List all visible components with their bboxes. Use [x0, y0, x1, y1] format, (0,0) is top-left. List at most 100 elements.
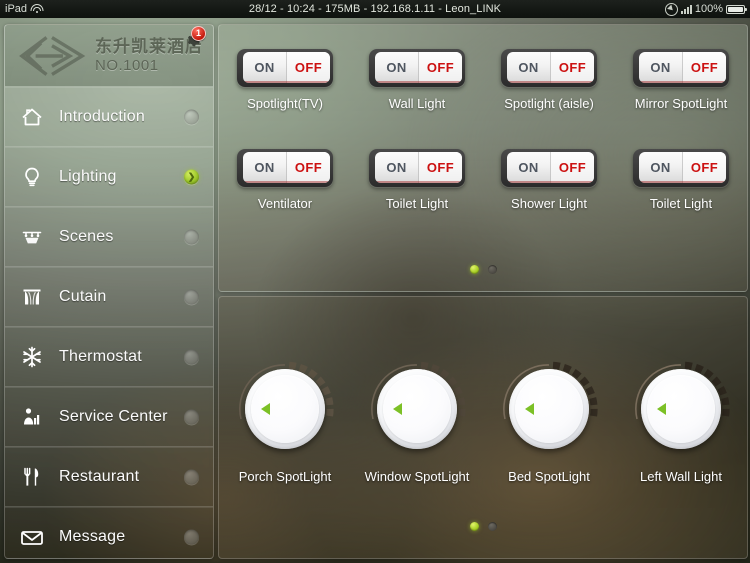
switch-row-2: ON OFF Ventilator ON OFF Toilet Light ON… [219, 149, 747, 211]
toggle-on-label: ON [518, 160, 539, 175]
toggle-off-label: OFF [418, 52, 462, 83]
dimmer-page-dots [219, 522, 747, 531]
page-dot-2[interactable] [487, 265, 497, 274]
app-root: iPad 28/12 - 10:24 - 175MB - 192.168.1.1… [0, 0, 750, 563]
switch-cell: ON OFF Wall Light [351, 49, 483, 111]
toggle-spotlight-aisle[interactable]: ON OFF [501, 49, 597, 87]
toggle-wall-light[interactable]: ON OFF [369, 49, 465, 87]
status-bar-left: iPad [0, 0, 195, 18]
switch-panel: ON OFF Spotlight(TV) ON OFF Wall Light O… [218, 24, 748, 292]
toggle-ventilator[interactable]: ON OFF [237, 149, 333, 187]
sidebar-item-lighting[interactable]: Lighting ❯ [5, 147, 213, 207]
toggle-off-label: OFF [550, 152, 594, 183]
sidebar-item-introduction[interactable]: Introduction ❯ [5, 87, 213, 147]
knob-face [647, 375, 715, 443]
curtain-icon [5, 284, 59, 310]
knob-body [509, 369, 589, 449]
device-label: Spotlight(TV) [247, 96, 323, 111]
sidebar-item-service-center[interactable]: Service Center ❯ [5, 387, 213, 447]
sidebar-item-label: Restaurant [59, 467, 140, 485]
device-label: Wall Light [388, 96, 446, 111]
toggle-shower-light[interactable]: ON OFF [501, 149, 597, 187]
dimmer-label: Porch SpotLight [238, 469, 332, 484]
page-dot-2[interactable] [487, 522, 497, 531]
dimmer-window-spotlight[interactable] [365, 357, 469, 461]
chandelier-icon [5, 224, 59, 250]
dimmer-label: Window SpotLight [364, 469, 470, 484]
knob-pointer-icon [393, 403, 402, 415]
settings-badge: 1 [191, 26, 206, 41]
dimmer-bed-spotlight[interactable] [497, 357, 601, 461]
dimmer-row: Porch SpotLight Window SpotLight Bed Spo… [219, 357, 747, 484]
device-label: Mirror SpotLight [634, 96, 728, 111]
dimmer-label: Left Wall Light [640, 469, 722, 484]
sidebar-item-label: Cutain [59, 287, 107, 305]
dimmer-porch-spotlight[interactable] [233, 357, 337, 461]
room-number: NO.1001 [95, 56, 159, 74]
dimmer-cell: Window SpotLight [351, 357, 483, 484]
sidebar-item-indicator: ❯ [184, 469, 199, 484]
sidebar-item-cutain[interactable]: Cutain ❯ [5, 267, 213, 327]
dimmer-left-wall-light[interactable] [629, 357, 733, 461]
toggle-on-label: ON [518, 60, 539, 75]
stage-background: 东升凯莱酒店 NO.1001 1 Introduction Lighting ❯… [0, 18, 750, 563]
dimmer-cell: Porch SpotLight [219, 357, 351, 484]
battery-icon [726, 4, 747, 14]
sidebar-item-label: Message [59, 527, 126, 545]
sidebar-item-label: Introduction [59, 107, 146, 125]
toggle-spotlight-tv[interactable]: ON OFF [237, 49, 333, 87]
sidebar-item-indicator: ❯ [184, 229, 199, 244]
device-label: Ventilator [257, 196, 313, 211]
toggle-toilet-light-2[interactable]: ON OFF [633, 149, 729, 187]
dimmer-panel: Porch SpotLight Window SpotLight Bed Spo… [218, 296, 748, 559]
settings-button[interactable]: 1 [183, 26, 206, 49]
toggle-mirror-spotlight[interactable]: ON OFF [633, 49, 729, 87]
sidebar-item-indicator: ❯ [184, 529, 199, 544]
switch-cell: ON OFF Shower Light [483, 149, 615, 211]
wifi-icon [30, 4, 44, 14]
switch-cell: ON OFF Ventilator [219, 149, 351, 211]
toggle-off-label: OFF [682, 52, 726, 83]
toggle-on-label: ON [650, 60, 671, 75]
sidebar-item-indicator: ❯ [184, 289, 199, 304]
toggle-off-label: OFF [682, 152, 726, 183]
knob-face [515, 375, 583, 443]
page-dot-1[interactable] [469, 522, 479, 531]
sidebar-item-label: Lighting [59, 167, 117, 185]
toggle-toilet-light-1[interactable]: ON OFF [369, 149, 465, 187]
knob-face [251, 375, 319, 443]
device-label: Toilet Light [385, 196, 449, 211]
sidebar-item-indicator: ❯ [184, 409, 199, 424]
sidebar-item-message[interactable]: Message ❯ [5, 507, 213, 558]
brand-header: 东升凯莱酒店 NO.1001 1 [5, 25, 213, 87]
house-icon [5, 104, 59, 130]
toggle-on-label: ON [254, 160, 275, 175]
lightbulb-icon [5, 164, 59, 190]
sidebar-item-indicator: ❯ [184, 349, 199, 364]
dimmer-label: Bed SpotLight [508, 469, 590, 484]
fork-knife-icon [5, 464, 59, 490]
page-dot-1[interactable] [469, 265, 479, 274]
switch-cell: ON OFF Mirror SpotLight [615, 49, 747, 111]
switch-cell: ON OFF Spotlight (aisle) [483, 49, 615, 111]
snowflake-icon [5, 344, 59, 370]
signal-bars-icon [680, 4, 692, 14]
device-label: Toilet Light [649, 196, 713, 211]
toggle-on-label: ON [650, 160, 671, 175]
toggle-off-label: OFF [286, 52, 330, 83]
location-icon [664, 2, 678, 16]
sidebar-item-scenes[interactable]: Scenes ❯ [5, 207, 213, 267]
knob-body [245, 369, 325, 449]
knob-pointer-icon [657, 403, 666, 415]
toggle-off-label: OFF [286, 152, 330, 183]
sidebar-item-label: Thermostat [59, 347, 142, 365]
sidebar-item-thermostat[interactable]: Thermostat ❯ [5, 327, 213, 387]
service-bell-icon [5, 404, 59, 430]
knob-body [377, 369, 457, 449]
sidebar-item-restaurant[interactable]: Restaurant ❯ [5, 447, 213, 507]
status-bar-right: 100% [555, 0, 750, 18]
dimmer-cell: Bed SpotLight [483, 357, 615, 484]
sidebar-item-indicator: ❯ [184, 109, 199, 124]
sidebar-item-indicator: ❯ [184, 169, 199, 184]
knob-pointer-icon [261, 403, 270, 415]
